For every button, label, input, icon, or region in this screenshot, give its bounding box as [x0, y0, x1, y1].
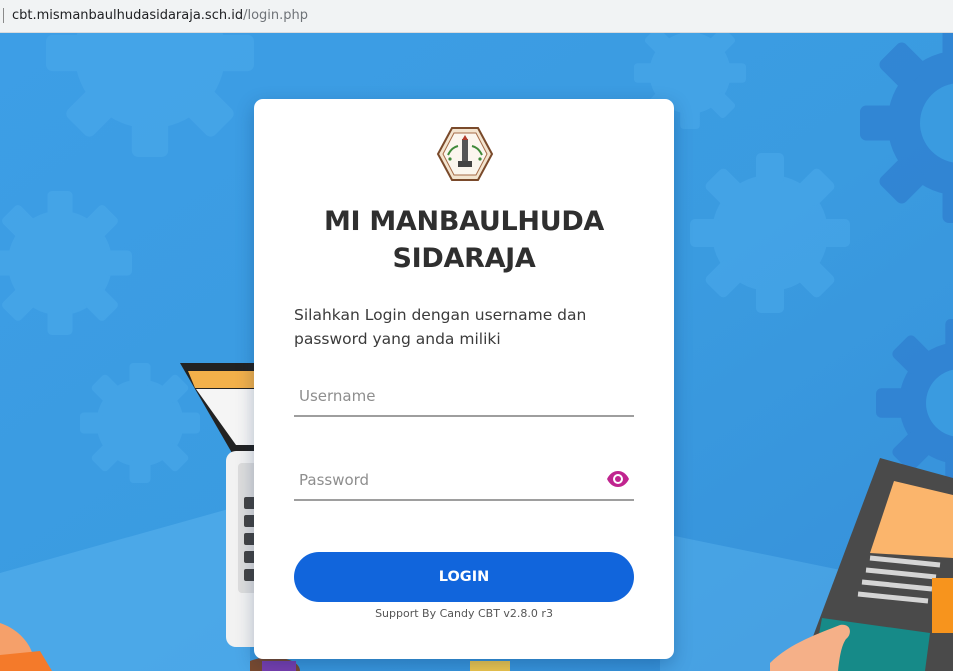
username-input[interactable] [294, 377, 599, 415]
title-line-2: SIDARAJA [392, 243, 536, 274]
url-path: /login.php [243, 8, 309, 23]
url-domain: cbt.mismanbaulhudasidaraja.sch.id [12, 8, 244, 23]
login-button[interactable]: LOGIN [294, 552, 634, 602]
login-card: MI MANBAULHUDA SIDARAJA Silahkan Login d… [254, 99, 674, 659]
text-caret [3, 8, 4, 23]
login-page: cbt.mismanbaulhudasidaraja.sch.id/login.… [0, 0, 953, 671]
login-instruction: Silahkan Login dengan username dan passw… [294, 306, 587, 348]
username-field [294, 377, 634, 417]
title-line-1: MI MANBAULHUDA [323, 206, 605, 237]
support-footer: Support By Candy CBT v2.8.0 r3 [375, 607, 553, 620]
password-input[interactable] [294, 461, 599, 499]
school-emblem-icon [436, 127, 494, 181]
url-text[interactable]: cbt.mismanbaulhudasidaraja.sch.id/login.… [12, 8, 308, 24]
eye-icon[interactable] [606, 469, 630, 489]
school-name-title: MI MANBAULHUDA SIDARAJA [254, 203, 674, 277]
password-field [294, 461, 634, 501]
address-bar[interactable]: cbt.mismanbaulhudasidaraja.sch.id/login.… [0, 0, 953, 33]
